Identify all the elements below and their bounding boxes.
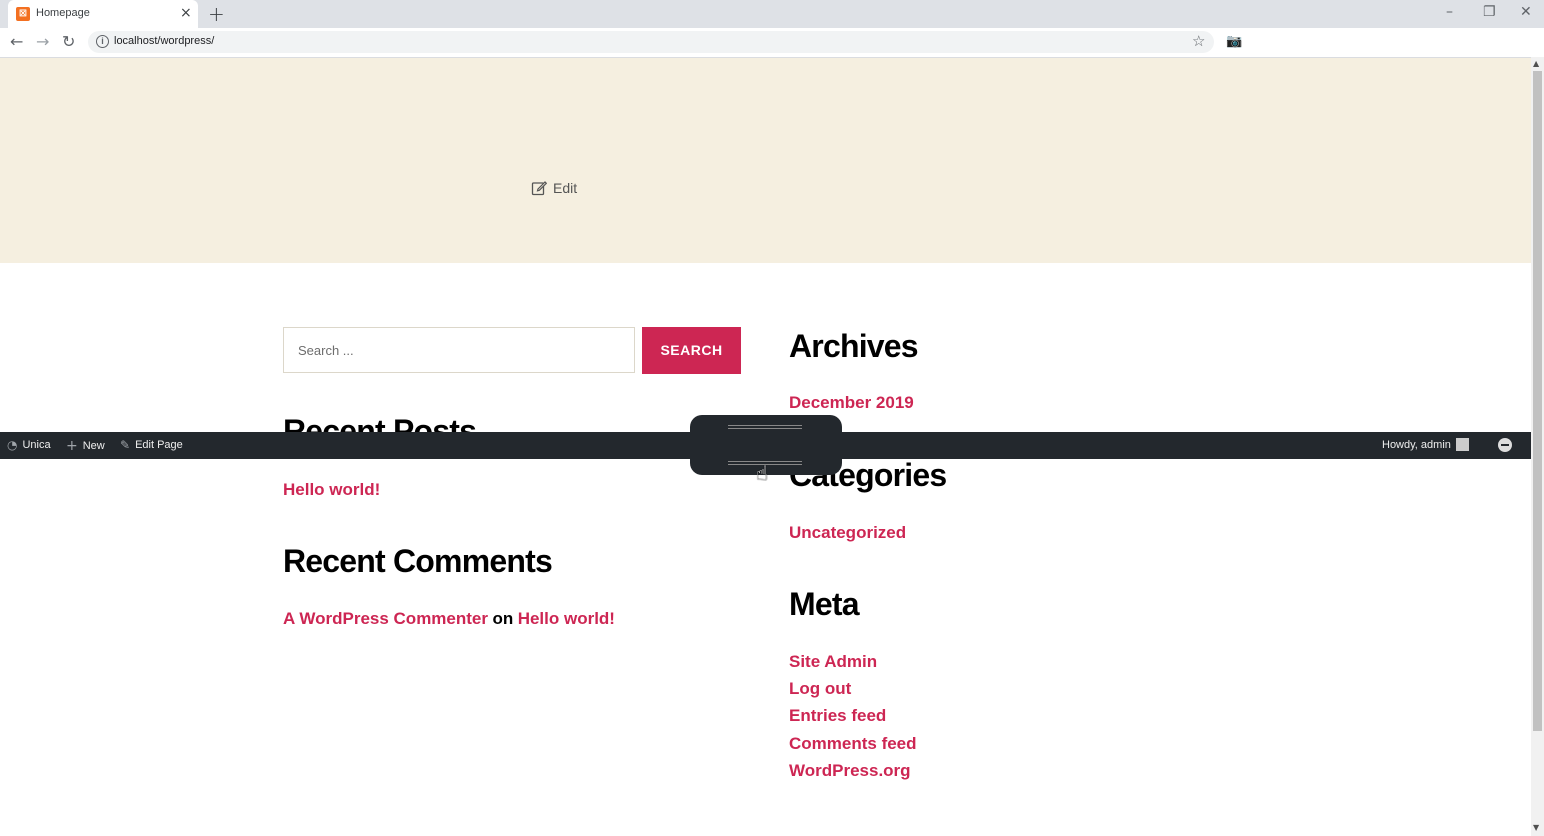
meta-site-admin-link[interactable]: Site Admin [789, 652, 877, 672]
recent-post-link[interactable]: Hello world! [283, 480, 380, 500]
meta-wordpress-org-link[interactable]: WordPress.org [789, 761, 911, 781]
recent-comment-item: A WordPress Commenter on Hello world! [283, 609, 615, 629]
new-label: New [82, 440, 105, 452]
minimize-icon[interactable]: – [1446, 4, 1453, 20]
restore-icon[interactable]: ❐ [1483, 4, 1496, 20]
grip-line [728, 428, 802, 429]
search-input[interactable]: Search ... [283, 327, 635, 373]
comment-author-link[interactable]: A WordPress Commenter [283, 609, 488, 628]
xampp-favicon-icon: ⊠ [16, 7, 30, 21]
scroll-down-icon[interactable]: ▼ [1533, 823, 1539, 832]
bookmark-star-icon[interactable]: ☆ [1192, 32, 1205, 50]
search-button[interactable]: SEARCH [642, 327, 741, 374]
admin-bar-edit-page[interactable]: ✎ Edit Page [120, 438, 183, 452]
grip-line [728, 425, 802, 426]
forward-icon[interactable]: → [36, 32, 49, 51]
tab-strip: ⊠ Homepage × + – ❐ ✕ [0, 0, 1544, 28]
edit-link[interactable]: Edit [531, 180, 577, 196]
site-name: Unica [22, 439, 51, 451]
admin-bar-account[interactable]: Howdy, admin [1382, 438, 1469, 451]
dashboard-icon: ◔ [7, 438, 18, 452]
meta-title: Meta [789, 586, 860, 622]
meta-logout-link[interactable]: Log out [789, 679, 851, 699]
plus-icon: + [66, 438, 78, 454]
recent-comments-title: Recent Comments [283, 543, 553, 579]
edit-icon [531, 181, 547, 196]
avatar [1455, 438, 1469, 451]
browser-toolbar: ← → ↻ i localhost/wordpress/ ☆ 📷 [0, 28, 1544, 58]
tab-title: Homepage [36, 7, 90, 19]
back-icon[interactable]: ← [10, 32, 23, 51]
comment-post-link[interactable]: Hello world! [518, 609, 615, 628]
scroll-up-icon[interactable]: ▲ [1533, 59, 1539, 68]
admin-bar-new[interactable]: + New [66, 438, 105, 454]
camera-icon[interactable]: 📷 [1226, 34, 1242, 49]
archive-link[interactable]: December 2019 [789, 393, 914, 413]
address-bar[interactable]: i localhost/wordpress/ ☆ [88, 31, 1214, 53]
info-icon[interactable]: i [96, 35, 109, 48]
howdy-label: Howdy, admin [1382, 438, 1451, 451]
browser-tab[interactable]: ⊠ Homepage × [8, 0, 198, 28]
hero-banner: Edit [0, 58, 1531, 263]
close-tab-icon[interactable]: × [180, 5, 192, 21]
hand-cursor-icon: ☝ [756, 461, 769, 485]
category-link[interactable]: Uncategorized [789, 523, 906, 543]
scrollbar[interactable]: ▲ ▼ [1531, 57, 1544, 836]
scroll-thumb[interactable] [1533, 71, 1542, 731]
archives-title: Archives [789, 328, 919, 364]
pencil-icon: ✎ [120, 438, 131, 452]
close-window-icon[interactable]: ✕ [1520, 4, 1532, 20]
edit-page-label: Edit Page [135, 439, 183, 451]
search-placeholder: Search ... [298, 343, 354, 358]
admin-bar-site[interactable]: ◔ Unica [7, 438, 51, 452]
minus-circle-icon[interactable] [1498, 438, 1512, 452]
url-text[interactable]: localhost/wordpress/ [114, 35, 214, 47]
edit-label: Edit [553, 180, 578, 196]
reload-icon[interactable]: ↻ [62, 32, 75, 51]
comment-joiner: on [492, 609, 514, 628]
new-tab-icon[interactable]: + [208, 2, 225, 26]
meta-entries-feed-link[interactable]: Entries feed [789, 706, 886, 726]
meta-comments-feed-link[interactable]: Comments feed [789, 734, 917, 754]
